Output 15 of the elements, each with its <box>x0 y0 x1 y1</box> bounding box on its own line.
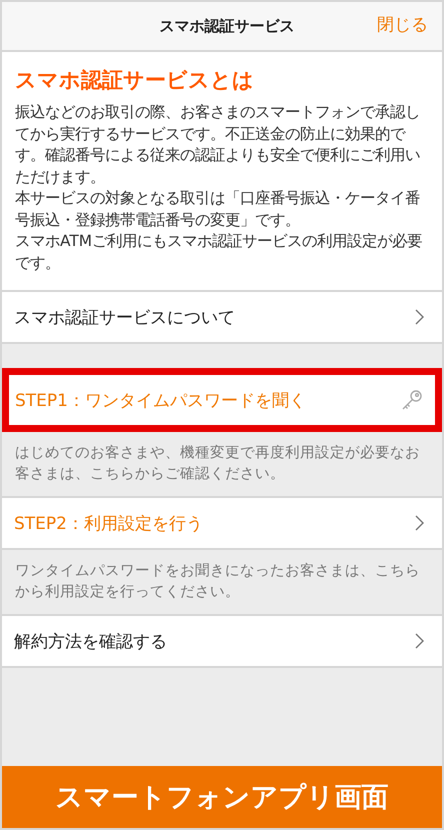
menu-item[interactable]: スマホ認証サービスについて <box>2 292 442 344</box>
window-title: スマホ認証サービス <box>160 16 294 36</box>
chevron-icon <box>415 633 424 649</box>
close-button[interactable]: 閉じる <box>377 13 428 36</box>
menu-item[interactable]: 解約方法を確認する <box>2 616 442 668</box>
intro-paragraph: スマホATMご利用にもスマホ認証サービスの利用設定が必要です。 <box>15 231 424 274</box>
key-icon <box>401 389 423 411</box>
chevron-icon <box>415 515 424 531</box>
menu-item[interactable]: STEP2：利用設定を行う <box>2 498 442 550</box>
intro-paragraph: 振込などのお取引の際、お客さまのスマートフォンで承認してから実行するサービスです。不正送金の防止に効果的です。確認番号による従来の認証よりも安全で便利にご利用いただけます。 <box>15 102 421 188</box>
app-screen-button[interactable]: スマートフォンアプリ画面 <box>2 766 442 828</box>
intro-paragraph: 本サービスの対象となる取引は「口座番号振込・ケータイ番号振込・登録携帯電話番号の変更」です。 <box>15 188 421 230</box>
menu-item[interactable]: STEP1：ワンタイムパスワードを聞く <box>2 368 442 432</box>
chevron-icon <box>415 309 424 325</box>
intro-heading: スマホ認証サービスとは <box>15 67 255 94</box>
